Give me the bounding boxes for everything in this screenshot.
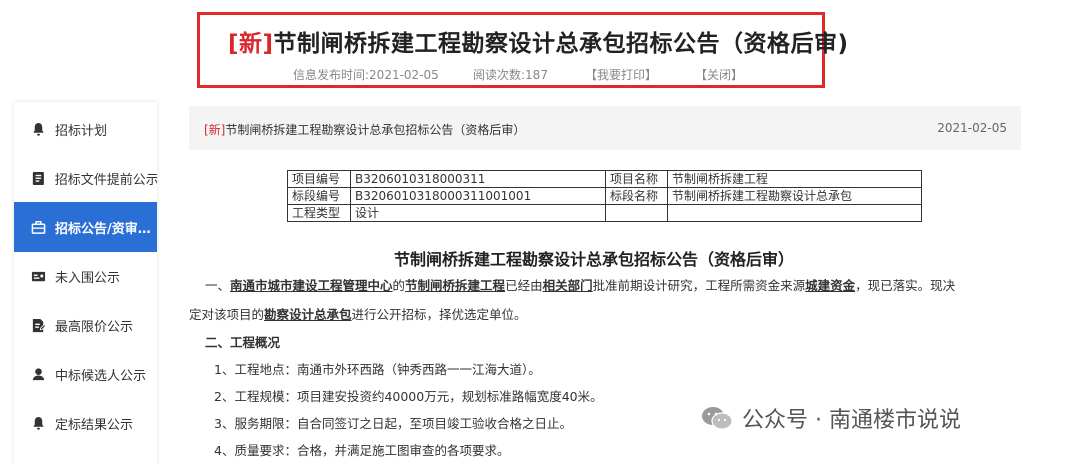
sidebar-item-label: 招标文件提前公示: [54, 172, 157, 188]
table-row: 项目编号 B3206010318000311 项目名称 节制闸桥拆建工程: [287, 170, 922, 188]
sidebar-item-candidate[interactable]: 中标候选人公示: [14, 349, 157, 399]
sidebar-item-not-shortlisted[interactable]: 未入围公示: [14, 251, 157, 301]
briefcase-icon: [31, 220, 46, 234]
project-info-table: 项目编号 B3206010318000311 项目名称 节制闸桥拆建工程 标段编…: [287, 170, 922, 222]
new-tag: [新]: [228, 31, 274, 57]
sidebar-item-label: 中标候选人公示: [55, 368, 147, 384]
sidebar-item-label: 定标结果公示: [55, 417, 134, 433]
list-item: 3、服务期限：自合同签订之日起，至项目竣工验收合格之日止。: [214, 416, 572, 431]
table-row: 标段编号 B3206010318000311001001 标段名称 节制闸桥拆建…: [287, 187, 922, 205]
sidebar-item-bid-notice[interactable]: 招标公告/资审…: [14, 202, 157, 252]
table-cell: 节制闸桥拆建工程勘察设计总承包: [667, 187, 922, 205]
breadcrumb: [新]节制闸桥拆建工程勘察设计总承包招标公告（资格后审） 2021-02-05: [189, 106, 1021, 150]
section-heading: 二、工程概况: [205, 335, 281, 350]
list-item: 4、质量要求：合格，并满足施工图审查的各项要求。: [214, 443, 510, 458]
text-run: 城建资金: [805, 278, 856, 293]
text-run: 南通市城市建设工程管理中心: [230, 278, 393, 293]
table-cell: 节制闸桥拆建工程: [667, 170, 922, 188]
table-cell: 标段名称: [605, 187, 668, 205]
breadcrumb-date: 2021-02-05: [937, 121, 1007, 135]
watermark: 公众号 · 南通楼市说说: [700, 402, 961, 434]
file-edit-icon: [32, 318, 46, 332]
sidebar-item-bid-plan[interactable]: 招标计划: [14, 104, 157, 154]
table-cell: [605, 204, 668, 222]
id-card-icon: [31, 271, 46, 281]
list-item: 2、工程规模：项目建安投资约40000万元，规划标准路幅宽度40米。: [214, 389, 603, 404]
sidebar: 招标计划 招标文件提前公示 招标公告/资审… 未入围公示 最高限价公示 中标候选…: [14, 102, 157, 464]
close-link[interactable]: 【关闭】: [695, 66, 743, 83]
table-cell: [667, 204, 922, 222]
print-link[interactable]: 【我要打印】: [585, 66, 657, 83]
table-cell: 工程类型: [287, 204, 351, 222]
list-item: 1、工程地点：南通市外环西路（钟秀西路一一江海大道）。: [214, 362, 541, 377]
document-icon: [32, 171, 44, 185]
publish-time: 信息发布时间:2021-02-05: [293, 68, 439, 82]
table-cell: B3206010318000311001001: [350, 187, 606, 205]
text-run: 勘察设计总承包: [264, 307, 352, 322]
sidebar-item-label: 招标计划: [55, 123, 108, 139]
read-count: 阅读次数:187: [473, 68, 548, 82]
sidebar-item-max-price[interactable]: 最高限价公示: [14, 300, 157, 350]
sidebar-item-label: 未入围公示: [55, 270, 121, 286]
breadcrumb-title-text: 节制闸桥拆建工程勘察设计总承包招标公告（资格后审）: [225, 123, 526, 137]
page-title-text: 节制闸桥拆建工程勘察设计总承包招标公告（资格后审): [273, 31, 849, 57]
table-cell: 项目名称: [605, 170, 668, 188]
breadcrumb-title: [新]节制闸桥拆建工程勘察设计总承包招标公告（资格后审）: [204, 121, 525, 138]
text-run: 批准前期设计研究，工程所需资金来源: [592, 278, 806, 293]
new-tag: [新]: [204, 123, 226, 137]
sidebar-item-doc-preview[interactable]: 招标文件提前公示: [14, 153, 157, 203]
paragraph-2: 定对该项目的勘察设计总承包进行公开招标，择优选定单位。: [189, 304, 527, 323]
text-run: 已经由: [505, 278, 543, 293]
table-cell: B3206010318000311: [350, 170, 606, 188]
bell-icon: [33, 122, 44, 136]
table-row: 工程类型 设计: [287, 204, 922, 222]
bell-icon: [33, 416, 44, 430]
doc-title: 节制闸桥拆建工程勘察设计总承包招标公告（资格后审）: [394, 250, 795, 269]
table-cell: 项目编号: [287, 170, 351, 188]
sidebar-item-result[interactable]: 定标结果公示: [14, 398, 157, 448]
text-run: 节制闸桥拆建工程: [405, 278, 506, 293]
table-cell: 设计: [350, 204, 606, 222]
paragraph-1: 一、南通市城市建设工程管理中心的节制闸桥拆建工程已经由相关部门批准前期设计研究，…: [205, 275, 955, 294]
text-run: 进行公开招标，择优选定单位。: [351, 307, 527, 322]
text-run: 相关部门: [542, 278, 593, 293]
text-run: ，现已落实。现决: [855, 278, 956, 293]
sidebar-item-label: 最高限价公示: [55, 319, 134, 335]
page-title: [新]节制闸桥拆建工程勘察设计总承包招标公告（资格后审): [228, 24, 849, 58]
table-cell: 标段编号: [287, 187, 351, 205]
user-icon: [32, 367, 45, 380]
text-run: 的: [392, 278, 406, 293]
text-run: 一、: [205, 278, 231, 293]
wechat-icon: [702, 407, 733, 430]
sidebar-item-label: 招标公告/资审…: [55, 221, 151, 237]
watermark-text: 公众号 · 南通楼市说说: [742, 408, 961, 433]
text-run: 定对该项目的: [189, 307, 265, 322]
